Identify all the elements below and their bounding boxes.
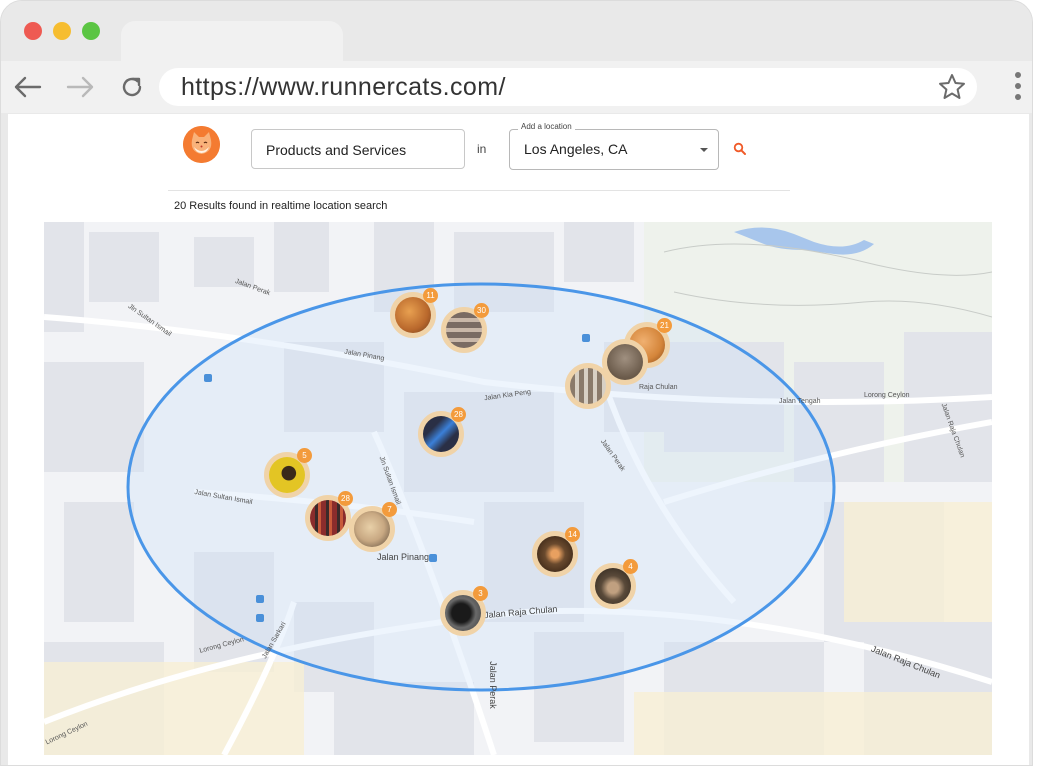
map-base <box>44 222 992 755</box>
url-text[interactable]: https://www.runnercats.com/ <box>181 72 506 102</box>
map-view[interactable]: Jalan Perak Jln Sultan Ismail Jalan Pina… <box>44 222 992 755</box>
dish-photo-icon <box>537 536 573 572</box>
maximize-window-button[interactable] <box>82 22 100 40</box>
in-label: in <box>477 142 487 156</box>
marker-count-badge: 3 <box>473 586 488 601</box>
clothing-photo-icon <box>570 368 606 404</box>
search-icon[interactable] <box>733 142 747 156</box>
location-value: Los Angeles, CA <box>524 141 628 157</box>
location-select[interactable]: Add a location Los Angeles, CA <box>509 122 719 170</box>
marker-count-badge: 4 <box>623 559 638 574</box>
results-count: 20 Results found in realtime location se… <box>174 200 388 212</box>
marker-count-badge: 28 <box>338 491 353 506</box>
shoe-photo-icon <box>445 595 481 631</box>
market-photo-icon <box>446 312 482 348</box>
reload-icon <box>122 77 142 97</box>
minimize-window-button[interactable] <box>53 22 71 40</box>
close-window-button[interactable] <box>24 22 42 40</box>
reload-button[interactable] <box>116 71 148 103</box>
chevron-down-icon[interactable] <box>700 148 708 152</box>
transit-stop-icon[interactable] <box>204 374 212 382</box>
marker-count-badge: 30 <box>474 303 489 318</box>
map-marker[interactable] <box>565 363 611 409</box>
street-label: Jalan Perak <box>487 661 498 709</box>
title-bar <box>1 1 1032 65</box>
map-marker[interactable]: 14 <box>532 527 580 577</box>
marker-count-badge: 5 <box>297 448 312 463</box>
map-marker[interactable]: 28 <box>305 491 353 541</box>
back-button[interactable] <box>11 71 43 103</box>
map-marker[interactable]: 30 <box>441 303 489 353</box>
map-marker[interactable]: 28 <box>418 407 466 457</box>
transit-stop-icon[interactable] <box>256 595 264 603</box>
food-photo-icon <box>395 297 431 333</box>
map-marker[interactable]: 7 <box>349 502 397 552</box>
street-label: Raja Chulan <box>639 384 678 391</box>
header-divider <box>168 190 790 191</box>
arrow-right-icon <box>66 76 94 98</box>
street-label: Jalan Pinang <box>377 552 430 562</box>
marker-count-badge: 7 <box>382 502 397 517</box>
cafe-photo-icon <box>595 568 631 604</box>
marker-count-badge: 14 <box>565 527 580 542</box>
food-photo-icon <box>607 344 643 380</box>
transit-stop-icon[interactable] <box>429 554 437 562</box>
mannequin-photo-icon <box>269 457 305 493</box>
browser-menu-icon[interactable] <box>1014 72 1022 104</box>
browser-window: https://www.runnercats.com/ Products and… <box>0 0 1033 766</box>
sneaker-photo-icon <box>423 416 459 452</box>
transit-stop-icon[interactable] <box>256 614 264 622</box>
marker-count-badge: 28 <box>451 407 466 422</box>
browser-tab[interactable] <box>121 21 343 65</box>
search-input[interactable]: Products and Services <box>251 129 465 169</box>
cat-face-icon <box>183 126 220 163</box>
street-label: Jalan Tengah <box>779 398 821 405</box>
bookmark-star-icon[interactable] <box>937 72 967 102</box>
browser-toolbar: https://www.runnercats.com/ <box>1 61 1032 113</box>
arrow-left-icon <box>14 76 42 98</box>
runnercats-logo[interactable] <box>183 126 220 163</box>
clothing-photo-icon <box>310 500 346 536</box>
marker-count-badge: 21 <box>657 318 672 333</box>
map-marker[interactable]: 11 <box>390 288 438 338</box>
fashion-photo-icon <box>354 511 390 547</box>
map-marker[interactable]: 5 <box>264 448 312 498</box>
street-label: Lorong Ceylon <box>864 392 910 399</box>
map-marker[interactable]: 4 <box>590 559 638 609</box>
page-content: Products and Services in Add a location … <box>8 114 1029 765</box>
forward-button[interactable] <box>65 71 97 103</box>
address-bar[interactable]: https://www.runnercats.com/ <box>159 68 977 106</box>
marker-count-badge: 11 <box>423 288 438 303</box>
map-marker[interactable]: 3 <box>440 586 488 636</box>
transit-stop-icon[interactable] <box>582 334 590 342</box>
location-legend: Add a location <box>518 122 575 131</box>
